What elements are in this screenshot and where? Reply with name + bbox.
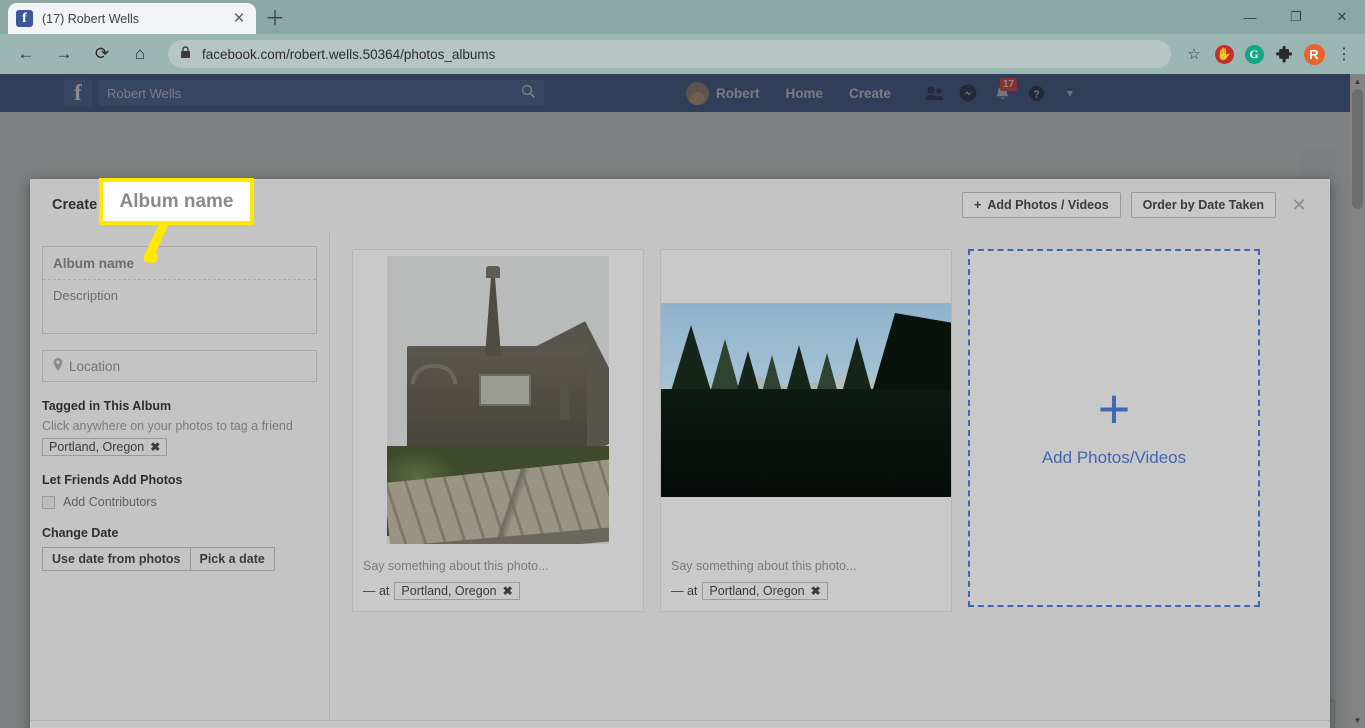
photo-grid: Say something about this photo... — at P…: [330, 231, 1330, 720]
photo-card[interactable]: Say something about this photo... — at P…: [352, 249, 644, 612]
add-photos-videos-button[interactable]: + Add Photos / Videos: [962, 192, 1121, 218]
add-contributors-label: Add Contributors: [63, 495, 157, 509]
add-contributors-row[interactable]: Add Contributors: [42, 495, 317, 509]
tab-strip: f (17) Robert Wells ✕ ＋ — ❐ ✕: [0, 0, 1365, 34]
photo-card-meta: Say something about this photo... — at P…: [661, 550, 951, 611]
bookmark-star-icon[interactable]: ☆: [1179, 39, 1209, 69]
plus-icon: +: [974, 198, 982, 212]
photo-thumbnail-monument[interactable]: [353, 250, 643, 550]
home-icon[interactable]: ⌂: [124, 38, 156, 70]
browser-window: f (17) Robert Wells ✕ ＋ — ❐ ✕ ← → ⟳ ⌂ fa…: [0, 0, 1365, 728]
pin-icon: [53, 358, 63, 374]
album-location-input[interactable]: Location: [42, 350, 317, 382]
close-icon[interactable]: ✖: [503, 584, 513, 598]
forest-image: [661, 303, 951, 497]
photo-location-row: — at Portland, Oregon ✖: [671, 582, 941, 600]
create-album-dialog: Create Album + Add Photos / Videos Order…: [30, 179, 1330, 728]
facebook-page: f Robert Wells Robert Home Create: [0, 74, 1365, 728]
star-glyph: ☆: [1187, 46, 1201, 63]
add-photos-dropzone[interactable]: + Add Photos/Videos: [968, 249, 1260, 607]
adblock-icon[interactable]: ✋: [1209, 39, 1239, 69]
photo-caption-input[interactable]: Say something about this photo...: [363, 559, 633, 573]
let-friends-heading: Let Friends Add Photos: [42, 473, 183, 487]
album-name-input[interactable]: Album name: [43, 247, 316, 280]
reload-icon[interactable]: ⟳: [86, 38, 118, 70]
photo-location-row: — at Portland, Oregon ✖: [363, 582, 633, 600]
album-form: Album name Description Location Tagged i…: [30, 231, 330, 720]
browser-toolbar: ← → ⟳ ⌂ facebook.com/robert.wells.50364/…: [0, 34, 1365, 74]
dialog-header-actions: + Add Photos / Videos Order by Date Take…: [962, 179, 1312, 231]
photo-location-chip[interactable]: Portland, Oregon ✖: [702, 582, 828, 600]
plus-icon: +: [1097, 377, 1131, 440]
dropzone-label: Add Photos/Videos: [1041, 448, 1187, 467]
forward-icon[interactable]: →: [48, 38, 80, 70]
menu-glyph: ⋮: [1336, 46, 1352, 63]
change-date-heading: Change Date: [42, 526, 119, 540]
photo-card[interactable]: Say something about this photo... — at P…: [660, 249, 952, 612]
facebook-favicon: f: [16, 10, 33, 27]
maximize-icon[interactable]: ❐: [1273, 0, 1319, 34]
photo-caption-input[interactable]: Say something about this photo...: [671, 559, 941, 573]
close-tab-icon[interactable]: ✕: [230, 10, 248, 28]
add-photos-videos-label: Add Photos / Videos: [987, 198, 1109, 212]
close-icon[interactable]: ✖: [150, 440, 160, 454]
photo-card-meta: Say something about this photo... — at P…: [353, 550, 643, 611]
url-text: facebook.com/robert.wells.50364/photos_a…: [202, 46, 496, 62]
minimize-icon[interactable]: —: [1227, 0, 1273, 34]
lock-icon: [180, 46, 194, 62]
new-tab-icon[interactable]: ＋: [262, 7, 288, 33]
at-label: — at: [363, 584, 390, 598]
add-contributors-checkbox[interactable]: [42, 495, 55, 509]
chip-label: Portland, Oregon: [709, 584, 805, 598]
callout-anchor-dot: [146, 251, 158, 263]
toolbar-icons: ☆ ✋ G R ⋮: [1179, 39, 1365, 69]
use-date-from-photos-button[interactable]: Use date from photos: [42, 547, 191, 571]
browser-tab[interactable]: f (17) Robert Wells ✕: [8, 3, 256, 34]
monument-image: [387, 256, 609, 544]
browser-menu-icon[interactable]: ⋮: [1329, 39, 1359, 69]
close-icon[interactable]: ✖: [811, 584, 821, 598]
tagged-hint: Click anywhere on your photos to tag a f…: [42, 419, 293, 433]
pick-a-date-button[interactable]: Pick a date: [190, 547, 275, 571]
close-window-icon[interactable]: ✕: [1319, 0, 1365, 34]
photo-thumbnail-forest[interactable]: [661, 250, 951, 550]
photo-cards: Say something about this photo... — at P…: [352, 249, 1308, 612]
callout-text: Album name: [119, 190, 234, 212]
close-dialog-icon[interactable]: ✕: [1286, 192, 1312, 218]
order-by-date-button[interactable]: Order by Date Taken: [1130, 192, 1276, 218]
annotation-callout: Album name: [99, 178, 254, 225]
change-date-buttons: Use date from photos Pick a date: [42, 547, 317, 571]
extensions-puzzle-icon[interactable]: [1269, 39, 1299, 69]
tab-title: (17) Robert Wells: [42, 11, 140, 26]
chip-label: Portland, Oregon: [49, 440, 145, 454]
address-bar[interactable]: facebook.com/robert.wells.50364/photos_a…: [168, 40, 1171, 68]
dialog-footer: Friends ▾ Post: [30, 720, 1330, 728]
tagged-location-chip[interactable]: Portland, Oregon ✖: [42, 438, 168, 456]
location-placeholder: Location: [69, 358, 121, 374]
tagged-heading: Tagged in This Album: [42, 399, 172, 413]
profile-avatar[interactable]: R: [1299, 39, 1329, 69]
chip-label: Portland, Oregon: [401, 584, 497, 598]
album-description-input[interactable]: Description: [43, 280, 316, 333]
dialog-body: Album name Description Location Tagged i…: [30, 231, 1330, 720]
grammarly-icon[interactable]: G: [1239, 39, 1269, 69]
window-controls: — ❐ ✕: [1227, 0, 1365, 34]
back-icon[interactable]: ←: [10, 38, 42, 70]
at-label: — at: [671, 584, 698, 598]
album-text-fields: Album name Description: [42, 246, 317, 334]
photo-location-chip[interactable]: Portland, Oregon ✖: [394, 582, 520, 600]
